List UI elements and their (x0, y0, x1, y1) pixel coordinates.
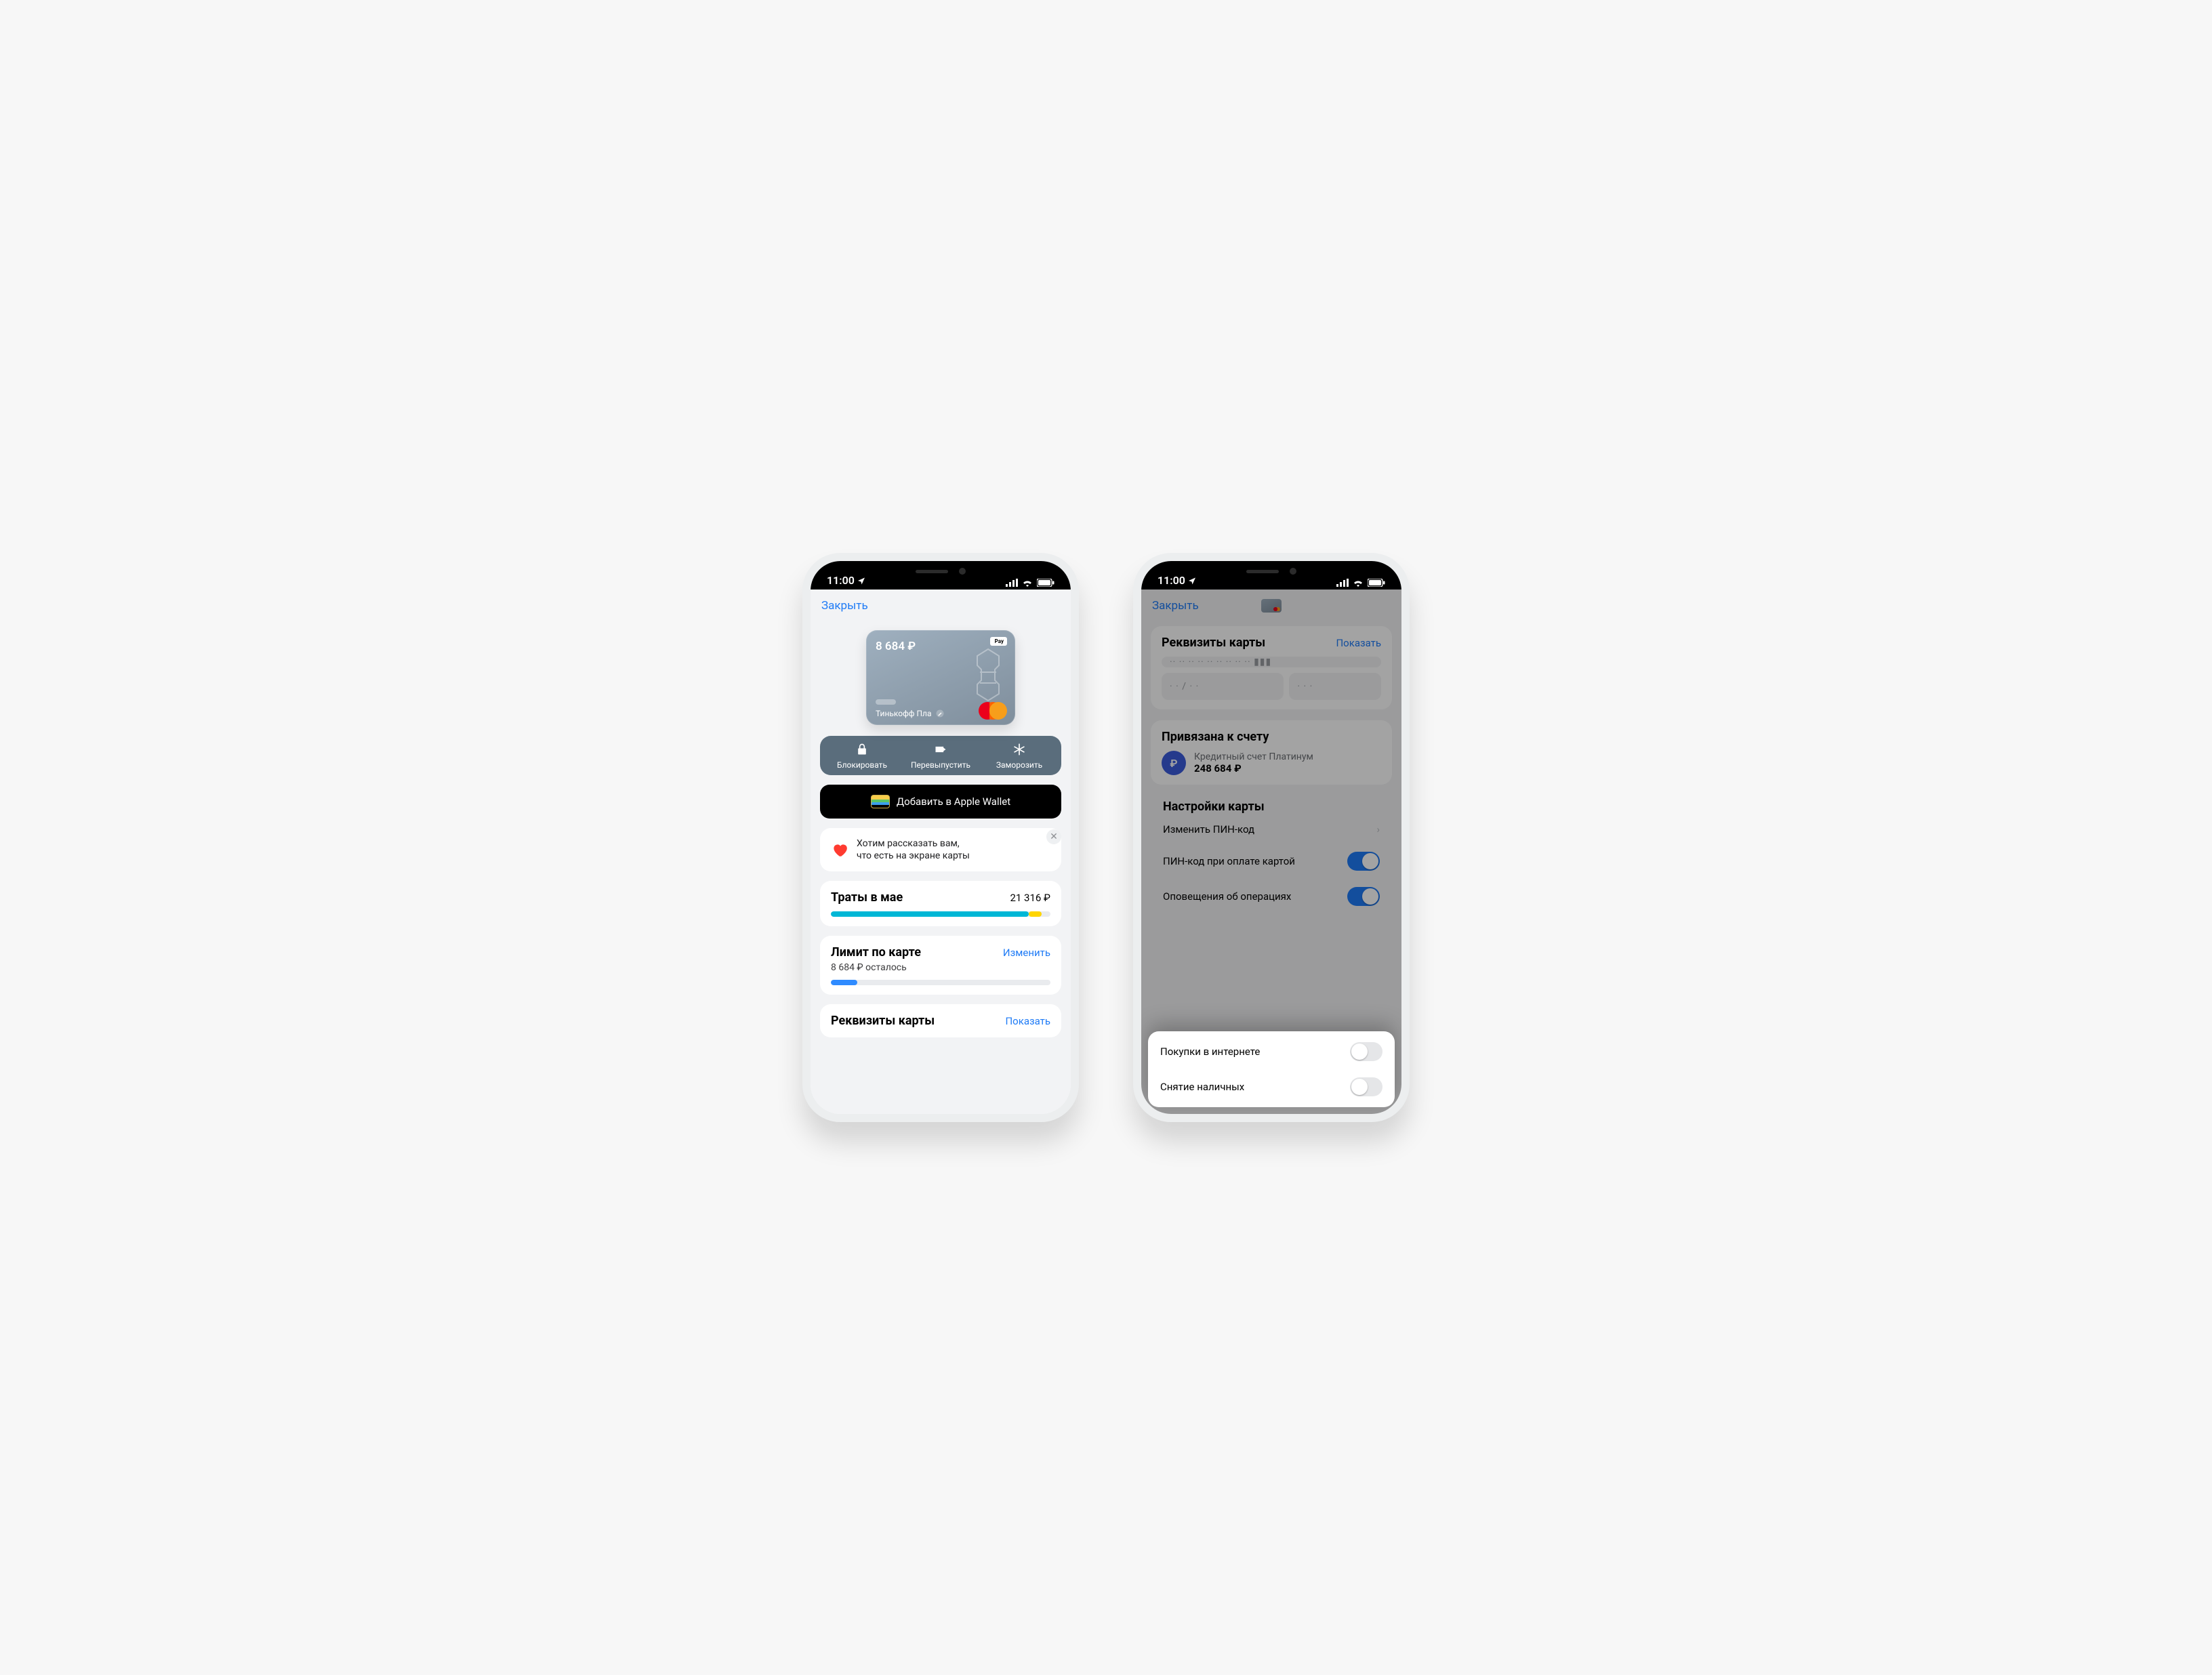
bank-card[interactable]: 8 684 ₽ Pay Тинькофф Пла (866, 630, 1015, 725)
op-notifications-toggle[interactable] (1347, 887, 1380, 906)
op-notifications-row[interactable]: Оповещения об операциях (1151, 879, 1392, 914)
battery-icon (1368, 579, 1385, 587)
limit-progress (831, 980, 1050, 985)
wifi-icon (1353, 579, 1364, 587)
pin-on-pay-row[interactable]: ПИН-код при оплате картой (1151, 844, 1392, 879)
lock-icon (855, 743, 869, 756)
nav-bar: Закрыть (811, 590, 1071, 622)
nav-bar: Закрыть (1141, 590, 1401, 622)
spending-card[interactable]: Траты в мае 21 316 ₽ (820, 881, 1061, 926)
pin-on-pay-toggle[interactable] (1347, 852, 1380, 871)
limit-card[interactable]: Лимит по карте Изменить 8 684 ₽ осталось (820, 936, 1061, 995)
requisites-show-link[interactable]: Показать (1336, 637, 1381, 649)
cell-signal-icon (1006, 579, 1018, 587)
online-purchases-row[interactable]: Покупки в интернете (1148, 1034, 1395, 1069)
block-card-button[interactable]: Блокировать (823, 743, 901, 770)
pencil-icon (936, 709, 944, 718)
requisites-card: Реквизиты карты Показать ·· ·· ·· ·· ·· … (1151, 626, 1392, 709)
reissue-icon (934, 743, 947, 756)
tip-line-1: Хотим рассказать вам, (857, 838, 970, 850)
info-tip-card[interactable]: Хотим рассказать вам, что есть на экране… (820, 828, 1061, 871)
chevron-right-icon: › (1376, 823, 1380, 835)
settings-title: Настройки карты (1151, 795, 1392, 815)
location-icon (1188, 577, 1196, 585)
status-time: 11:00 (827, 574, 855, 587)
card-settings-section: Настройки карты Изменить ПИН-код › ПИН-к… (1151, 795, 1392, 914)
apple-wallet-icon (871, 795, 890, 808)
linked-account-balance: 248 684 ₽ (1194, 762, 1313, 774)
add-to-apple-wallet-button[interactable]: Добавить в Apple Wallet (820, 785, 1061, 819)
ruble-badge-icon: ₽ (1162, 751, 1186, 775)
bottom-sheet: Покупки в интернете Снятие наличных (1148, 1031, 1395, 1107)
card-art-icon (966, 645, 1010, 710)
tip-close-button[interactable]: ✕ (1046, 829, 1061, 844)
tip-line-2: что есть на экране карты (857, 850, 970, 862)
phone-card-overview: 11:00 Закрыть (802, 553, 1079, 1122)
reissue-card-button[interactable]: Перевыпустить (901, 743, 980, 770)
cash-withdraw-toggle[interactable] (1350, 1077, 1382, 1096)
change-pin-row[interactable]: Изменить ПИН-код › (1151, 815, 1392, 844)
battery-icon (1037, 579, 1054, 587)
nav-card-thumbnail-icon (1261, 599, 1282, 613)
cash-withdraw-row[interactable]: Снятие наличных (1148, 1069, 1395, 1104)
close-button[interactable]: Закрыть (821, 599, 868, 613)
requisites-card-peek[interactable]: Реквизиты карты Показать (820, 1004, 1061, 1037)
device-notch (1204, 560, 1339, 583)
freeze-card-button[interactable]: Заморозить (980, 743, 1059, 770)
mockup-stage: 11:00 Закрыть (679, 508, 1533, 1167)
linked-account-name: Кредитный счет Платинум (1194, 751, 1313, 762)
device-notch (873, 560, 1008, 583)
phone-card-settings: 11:00 Закрыть (1133, 553, 1410, 1122)
card-cvc-field[interactable]: · · · (1289, 673, 1381, 700)
limit-change-link[interactable]: Изменить (1003, 947, 1050, 959)
linked-account-card[interactable]: Привязана к счету ₽ Кредитный счет Плати… (1151, 720, 1392, 785)
limit-remaining: 8 684 ₽ осталось (831, 962, 1050, 973)
card-number-field[interactable]: ·· ·· ·· ·· ·· ·· ·· ·· ·· ▮▮▮ (1162, 657, 1381, 667)
heart-icon (831, 841, 848, 859)
snowflake-icon (1012, 743, 1026, 756)
card-product-name: Тинькофф Пла (876, 709, 932, 718)
card-expiry-field[interactable]: · · / · · (1162, 673, 1284, 700)
online-purchases-toggle[interactable] (1350, 1042, 1382, 1061)
spending-title: Траты в мае (831, 890, 903, 905)
mastercard-logo-icon (979, 702, 1007, 720)
linked-title: Привязана к счету (1162, 730, 1381, 744)
card-actions-bar: Блокировать Перевыпустить Заморозить (820, 736, 1061, 775)
limit-title: Лимит по карте (831, 945, 921, 959)
screen-card-overview: Закрыть 8 684 ₽ Pay Тинькофф Пла (811, 590, 1071, 1114)
close-button[interactable]: Закрыть (1152, 599, 1199, 613)
cell-signal-icon (1336, 579, 1349, 587)
wifi-icon (1022, 579, 1033, 587)
location-icon (857, 577, 865, 585)
spending-progress (831, 911, 1050, 917)
screen-card-settings: Закрыть Реквизиты карты Показать ·· ·· ·… (1141, 590, 1401, 1114)
requisites-title: Реквизиты карты (1162, 636, 1265, 650)
status-time: 11:00 (1158, 574, 1185, 587)
spending-value: 21 316 ₽ (1010, 892, 1050, 904)
